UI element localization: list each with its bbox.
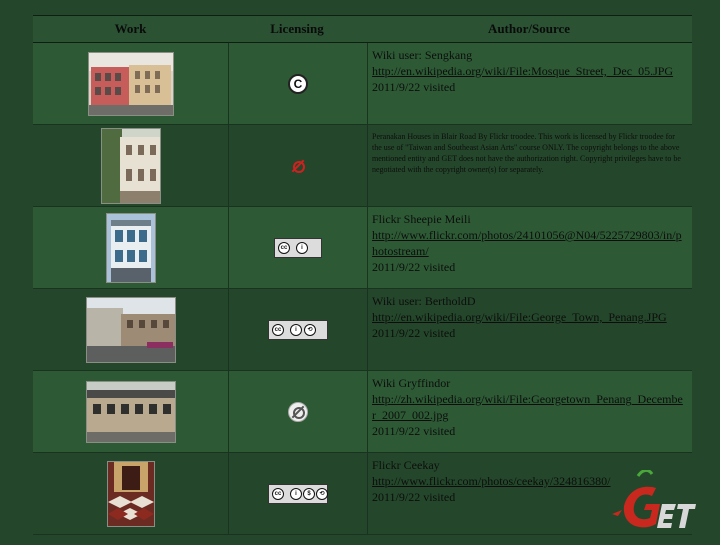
credits-table: Work Licensing Author/Source C Wiki user… [33,15,692,535]
work-thumbnail [87,51,174,116]
source-link[interactable]: http://en.wikipedia.org/wiki/File:Mosque… [372,63,686,79]
table-header: Work Licensing Author/Source [33,16,692,43]
author-name: Wiki user: BertholdD [372,294,476,308]
copyright-note: Peranakan Houses in Blair Road By Flickr… [372,132,681,174]
work-cell [33,289,229,370]
source-link[interactable]: http://zh.wikipedia.org/wiki/File:George… [372,391,686,423]
work-thumbnail [100,127,161,204]
header-work: Work [114,21,147,36]
get-logo [612,468,720,540]
work-cell [33,125,229,206]
header-licensing: Licensing [270,21,324,36]
license-cell: cc i [229,207,368,288]
table-row: C Wiki user: Sengkang http://en.wikipedi… [33,43,692,125]
license-cell: cc i ⟲ [229,289,368,370]
work-thumbnail [106,460,155,527]
table-row: Wiki Gryffindor http://zh.wikipedia.org/… [33,371,692,453]
author-cell: Wiki user: Sengkang http://en.wikipedia.… [368,43,692,124]
source-link[interactable]: http://www.flickr.com/photos/24101056@N0… [372,227,686,259]
table-row: Peranakan Houses in Blair Road By Flickr… [33,125,692,207]
author-cell: Wiki user: BertholdD http://en.wikipedia… [368,289,692,370]
visited-date: 2011/9/22 visited [372,326,456,340]
public-domain-icon [288,401,308,422]
work-cell [33,43,229,124]
author-name: Wiki user: Sengkang [372,48,473,62]
license-cell [229,371,368,452]
license-cell: C [229,43,368,124]
author-name: Wiki Gryffindor [372,376,451,390]
cc-by-icon: cc i [274,237,322,258]
work-cell [33,453,229,534]
header-author: Author/Source [487,21,571,36]
author-cell: Wiki Gryffindor http://zh.wikipedia.org/… [368,371,692,452]
license-cell [229,125,368,206]
author-cell: Flickr Sheepie Meili http://www.flickr.c… [368,207,692,288]
table-row: cc i ⟲ Wiki user: BertholdD http://en.wik… [33,289,692,371]
cc-by-nc-sa-icon: cc i $ ⟲ [268,483,328,504]
source-link[interactable]: http://en.wikipedia.org/wiki/File:George… [372,309,686,325]
author-name: Flickr Sheepie Meili [372,212,471,226]
work-cell [33,371,229,452]
table-row: cc i $ ⟲ Flickr Ceekay http://www.flickr.c… [33,453,692,535]
work-thumbnail [85,296,176,363]
work-thumbnail [85,380,176,443]
visited-date: 2011/9/22 visited [372,260,456,274]
no-copyright-red-icon [288,156,308,176]
license-cell: cc i $ ⟲ [229,453,368,534]
author-cell: Peranakan Houses in Blair Road By Flickr… [368,125,692,206]
cc-by-sa-icon: cc i ⟲ [268,319,328,340]
visited-date: 2011/9/22 visited [372,80,456,94]
work-thumbnail [105,212,156,283]
visited-date: 2011/9/22 visited [372,424,456,438]
copyright-icon: C [288,73,308,94]
work-cell [33,207,229,288]
table-row: cc i Flickr Sheepie Meili http://www.fli… [33,207,692,289]
